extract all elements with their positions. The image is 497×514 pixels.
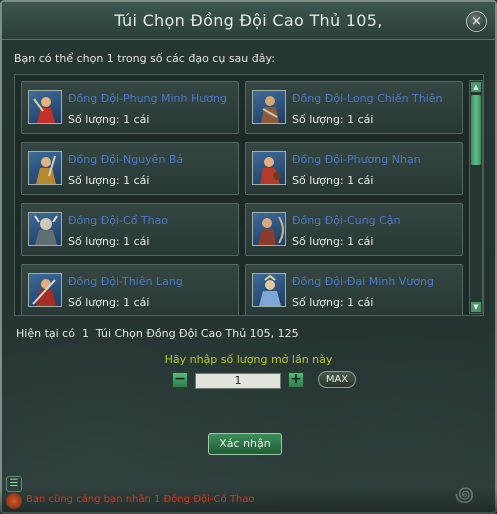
item-quantity: Số lượng: 1 cái: [68, 174, 150, 187]
increase-button[interactable]: +: [288, 372, 304, 388]
item-name: Đồng Đội-Nguyên Bá: [68, 153, 184, 166]
status-message: Bạn cũng cảng bạn nhận 1 Đồng Đội-Cổ Tha…: [26, 494, 255, 505]
item-option[interactable]: Đồng Đội-Cổ Thao Số lượng: 1 cái: [21, 203, 239, 256]
beast-warrior-icon: [28, 212, 62, 246]
item-option[interactable]: Đồng Đội-Thiên Lang Số lượng: 1 cái: [21, 264, 239, 315]
confirm-button[interactable]: Xác nhận: [208, 433, 282, 455]
item-quantity: Số lượng: 1 cái: [68, 296, 150, 309]
item-quantity: Số lượng: 1 cái: [68, 113, 150, 126]
system-message-icon: [6, 493, 22, 509]
scroll-thumb[interactable]: [471, 95, 481, 165]
item-quantity: Số lượng: 1 cái: [292, 296, 374, 309]
item-quantity: Số lượng: 1 cái: [292, 235, 374, 248]
item-option[interactable]: Đồng Đội-Cung Cận Số lượng: 1 cái: [245, 203, 463, 256]
item-name: Đồng Đội-Phương Nhạn: [292, 153, 421, 166]
instruction-text: Bạn có thể chọn 1 trong số các đạo cụ sa…: [14, 52, 275, 65]
item-option[interactable]: Đồng Đội-Phụng Minh Hương Số lượng: 1 cá…: [21, 81, 239, 134]
item-quantity: Số lượng: 1 cái: [292, 113, 374, 126]
dialog-title: Túi Chọn Đồng Đội Cao Thủ 105,: [114, 11, 383, 30]
armored-warrior-icon: [252, 90, 286, 124]
cloud-ornament-icon: ꩜: [455, 482, 474, 506]
item-option[interactable]: Đồng Đội-Phương Nhạn Số lượng: 1 cái: [245, 142, 463, 195]
item-option[interactable]: Đồng Đội-Nguyên Bá Số lượng: 1 cái: [21, 142, 239, 195]
select-teammate-dialog: Túi Chọn Đồng Đội Cao Thủ 105, × Bạn có …: [0, 0, 497, 514]
max-button[interactable]: MAX: [318, 371, 356, 388]
close-icon: ×: [471, 14, 482, 29]
archer-icon: [252, 212, 286, 246]
item-list: Đồng Đội-Phụng Minh Hương Số lượng: 1 cá…: [14, 74, 484, 316]
item-option[interactable]: Đồng Đội-Đại Minh Vương Số lượng: 1 cái: [245, 264, 463, 315]
quantity-prompt: Hãy nhập số lượng mở lần này: [164, 353, 333, 366]
red-swordsman-icon: [28, 273, 62, 307]
red-rider-icon: [252, 151, 286, 185]
item-name: Đồng Đội-Long Chiến Thiên: [292, 92, 443, 105]
item-name: Đồng Đội-Thiên Lang: [68, 275, 183, 288]
item-name: Đồng Đội-Phụng Minh Hương: [68, 92, 227, 105]
current-count-text: Hiện tại có 1 Túi Chọn Đồng Đội Cao Thủ …: [16, 327, 299, 340]
item-name: Đồng Đội-Cổ Thao: [68, 214, 169, 227]
item-name: Đồng Đội-Đại Minh Vương: [292, 275, 434, 288]
scroll-down-icon[interactable]: ▼: [471, 302, 481, 312]
chat-toggle-icon[interactable]: ☰: [6, 476, 22, 492]
decrease-button[interactable]: −: [172, 372, 188, 388]
item-option[interactable]: Đồng Đội-Long Chiến Thiên Số lượng: 1 cá…: [245, 81, 463, 134]
quantity-input[interactable]: 1: [195, 373, 281, 389]
golden-warrior-icon: [28, 151, 62, 185]
blue-king-icon: [252, 273, 286, 307]
red-warrior-icon: [28, 90, 62, 124]
dialog-titlebar: Túi Chọn Đồng Đội Cao Thủ 105, ×: [2, 2, 495, 40]
item-name: Đồng Đội-Cung Cận: [292, 214, 401, 227]
item-quantity: Số lượng: 1 cái: [292, 174, 374, 187]
list-scrollbar[interactable]: ▲ ▼: [469, 80, 483, 314]
item-quantity: Số lượng: 1 cái: [68, 235, 150, 248]
scroll-up-icon[interactable]: ▲: [471, 82, 481, 92]
close-button[interactable]: ×: [466, 11, 487, 32]
